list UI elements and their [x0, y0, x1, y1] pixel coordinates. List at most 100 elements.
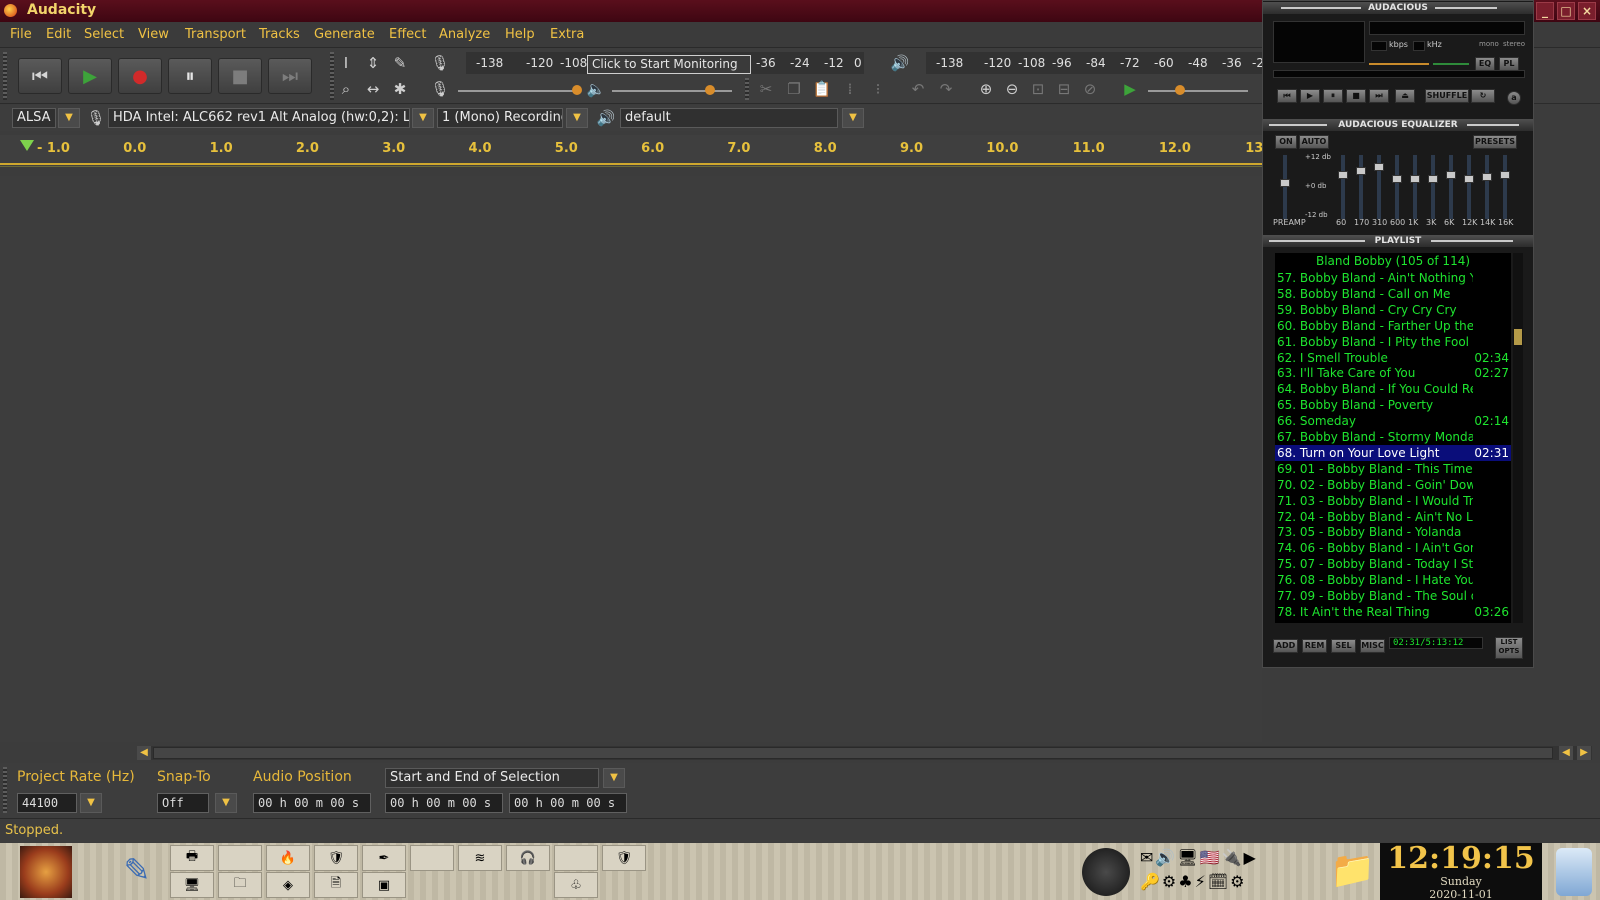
snap-to-dropdown[interactable]: ▼ [215, 793, 237, 813]
menu-select[interactable]: Select [84, 27, 124, 42]
taskbar-app-icon[interactable]: 🔥 [266, 845, 310, 871]
audacious-menu-icon[interactable]: a [1507, 91, 1521, 105]
playlist-item[interactable]: 57. Bobby Bland - Ain't Nothing Y... [1275, 270, 1511, 286]
scroll-right-icon[interactable]: ▶ [1577, 746, 1591, 760]
draw-tool-icon[interactable]: ✎ [388, 52, 412, 74]
playlist-scroll-thumb[interactable] [1514, 329, 1522, 345]
selection-start-field[interactable]: 00 h 00 m 00 s [385, 793, 503, 813]
play-head-icon[interactable] [20, 140, 34, 151]
undo-icon[interactable]: ↶ [906, 78, 930, 100]
taskbar-app-icon[interactable]: ≋ [458, 845, 502, 871]
taskbar-app-icon[interactable]: ▣ [362, 872, 406, 898]
taskbar-app-icon[interactable]: 🛡 [314, 845, 358, 871]
menu-generate[interactable]: Generate [314, 27, 375, 42]
taskbar-app-icon[interactable]: ♧ [554, 872, 598, 898]
eq-band-knob[interactable] [1446, 171, 1456, 179]
fit-selection-icon[interactable]: ⊡ [1026, 78, 1050, 100]
edit-grip[interactable] [745, 78, 749, 100]
audacious-play-button[interactable]: ▶ [1300, 89, 1320, 103]
maximize-button[interactable]: □ [1557, 2, 1575, 20]
list-options-button[interactable]: LIST OPTS [1495, 637, 1523, 659]
eject-button[interactable]: ⏏ [1395, 89, 1415, 103]
menu-transport[interactable]: Transport [185, 27, 246, 42]
audio-host-select[interactable]: ALSA [12, 108, 56, 128]
play-meter[interactable]: -138 -120 -108 -96 -84 -72 -60 -48 -36 -… [926, 52, 1264, 74]
playlist-item[interactable]: 72. 04 - Bobby Bland - Ain't No Lo... [1275, 509, 1511, 525]
scroll-left-icon[interactable]: ◀ [1559, 746, 1573, 760]
taskbar-app-icon[interactable] [554, 845, 598, 871]
recording-volume-knob[interactable] [572, 85, 582, 95]
playback-device-dropdown[interactable]: ▼ [842, 108, 864, 128]
eq-band-slider[interactable] [1395, 155, 1399, 219]
fit-project-icon[interactable]: ⊟ [1052, 78, 1076, 100]
menu-view[interactable]: View [138, 27, 169, 42]
playlist-misc-button[interactable]: MISC [1360, 639, 1385, 653]
play-speed-knob[interactable] [1175, 85, 1185, 95]
paste-icon[interactable]: 📋 [810, 78, 834, 100]
menu-help[interactable]: Help [505, 27, 535, 42]
play-at-speed-icon[interactable]: ▶ [1118, 78, 1142, 100]
eq-band-knob[interactable] [1464, 175, 1474, 183]
eq-band-slider[interactable] [1341, 155, 1345, 219]
playlist-item[interactable]: 67. Bobby Bland - Stormy Monday [1275, 429, 1511, 445]
equalizer-titlebar[interactable]: AUDACIOUS EQUALIZER [1263, 119, 1533, 131]
playlist-item[interactable]: 68. Turn on Your Love Light 02:31 [1275, 444, 1511, 461]
song-title-display[interactable] [1369, 21, 1525, 35]
eq-band-slider[interactable] [1413, 155, 1417, 219]
taskbar-app-icon[interactable]: 🖶 [170, 845, 214, 871]
record-meter-mic-icon[interactable]: 🎙 [428, 52, 452, 74]
recording-device-dropdown[interactable]: ▼ [412, 108, 434, 128]
selection-end-field[interactable]: 00 h 00 m 00 s [509, 793, 627, 813]
playlist-item[interactable]: 78. It Ain't the Real Thing 03:26 [1275, 604, 1511, 620]
audacious-pause-button[interactable]: ⏸ [1323, 89, 1343, 103]
project-rate-dropdown[interactable]: ▼ [80, 793, 102, 813]
scroll-left-icon[interactable]: ◀ [137, 746, 151, 760]
taskbar-app-icon[interactable]: 🖥 [170, 872, 214, 898]
recording-channels-dropdown[interactable]: ▼ [566, 108, 588, 128]
eq-auto-button[interactable]: AUTO [1299, 135, 1329, 149]
multi-tool-icon[interactable]: ✱ [388, 78, 412, 100]
visualizer-display[interactable] [1273, 21, 1365, 63]
envelope-tool-icon[interactable]: ⇕ [361, 52, 385, 74]
redo-icon[interactable]: ↷ [934, 78, 958, 100]
playlist-item[interactable]: 70. 02 - Bobby Bland - Goin' Dow... [1275, 477, 1511, 493]
toolbar-grip[interactable] [3, 52, 7, 100]
taskbar-app-icon[interactable]: ◈ [266, 872, 310, 898]
audacious-stop-button[interactable]: ■ [1346, 89, 1366, 103]
playlist-item[interactable]: 69. 01 - Bobby Bland - This Time I... [1275, 461, 1511, 477]
playlist-item[interactable]: 63. I'll Take Care of You 02:27 [1275, 365, 1511, 381]
silence-icon[interactable]: ⁝ [866, 78, 890, 100]
menu-effect[interactable]: Effect [389, 27, 426, 42]
timeshift-tool-icon[interactable]: ↔ [361, 78, 385, 100]
file-manager-icon[interactable]: 🗀 [218, 872, 262, 898]
snap-to-select[interactable]: Off [157, 793, 209, 813]
copy-icon[interactable]: ❐ [782, 78, 806, 100]
eq-band-slider[interactable] [1485, 155, 1489, 219]
selection-mode-select[interactable]: Start and End of Selection [385, 768, 599, 788]
timeline-ruler[interactable]: - 1.0 0.0 1.0 2.0 3.0 4.0 5.0 6.0 7.0 8.0 9.0 10.0 1… [0, 135, 1263, 167]
eq-band-slider[interactable] [1503, 155, 1507, 219]
playlist-item[interactable]: 64. Bobby Bland - If You Could Re... [1275, 381, 1511, 397]
taskbar-app-icon[interactable]: 🛡 [602, 845, 646, 871]
scrollbar-thumb[interactable] [153, 747, 1553, 759]
eq-band-knob[interactable] [1356, 167, 1366, 175]
eq-band-knob[interactable] [1410, 175, 1420, 183]
eq-toggle-button[interactable]: EQ [1475, 57, 1495, 71]
taskbar-app-icon[interactable] [218, 845, 262, 871]
playlist-item[interactable]: 66. Someday 02:14 [1275, 413, 1511, 429]
playlist-item[interactable]: 77. 09 - Bobby Bland - The Soul of... [1275, 588, 1511, 604]
playlist-item[interactable]: 75. 07 - Bobby Bland - Today I Sta... [1275, 556, 1511, 572]
cut-icon[interactable]: ✂ [754, 78, 778, 100]
selection-mode-dropdown[interactable]: ▼ [603, 768, 625, 788]
eq-band-knob[interactable] [1338, 171, 1348, 179]
track-area[interactable] [0, 176, 1262, 742]
audacious-main-titlebar[interactable]: AUDACIOUS [1263, 2, 1533, 14]
recording-channels-select[interactable]: 1 (Mono) Recording [437, 108, 563, 128]
pause-button[interactable]: ⏸ [168, 58, 212, 94]
seek-bar[interactable] [1273, 70, 1525, 78]
playlist-item[interactable]: 76. 08 - Bobby Bland - I Hate You [1275, 572, 1511, 588]
taskbar-app-icon[interactable] [410, 845, 454, 871]
menu-edit[interactable]: Edit [46, 27, 71, 42]
record-button[interactable]: ● [118, 58, 162, 94]
eq-band-knob[interactable] [1482, 173, 1492, 181]
